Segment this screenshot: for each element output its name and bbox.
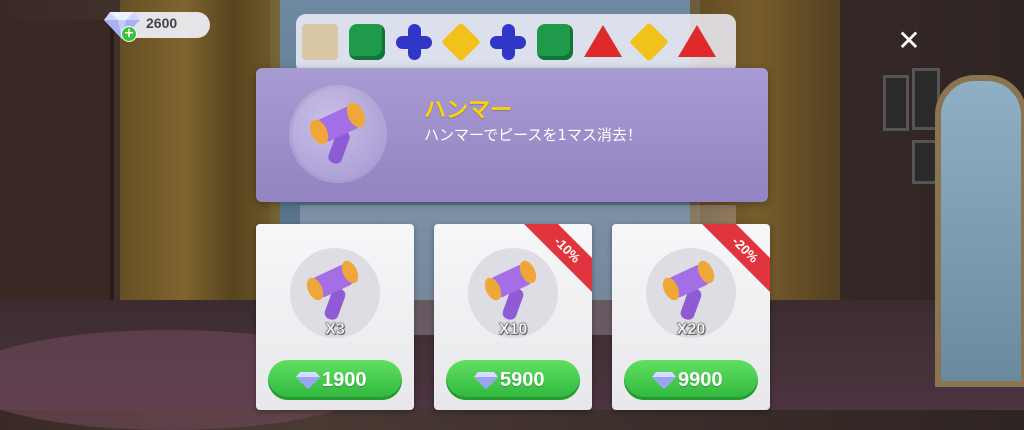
box-gem bbox=[302, 24, 338, 60]
currency-counter[interactable]: + 2600 bbox=[104, 8, 210, 42]
hammer-icon bbox=[309, 102, 366, 164]
offer-price: 9900 bbox=[678, 369, 723, 391]
red-gem bbox=[678, 25, 716, 57]
currency-amount: 2600 bbox=[146, 15, 178, 31]
blue-gem bbox=[490, 24, 526, 60]
offer-card: -10% X10 5900 bbox=[434, 224, 592, 410]
buy-button[interactable]: 5900 bbox=[446, 360, 580, 400]
diamond-gem-icon bbox=[652, 372, 676, 389]
standing-mirror bbox=[935, 75, 1024, 387]
item-title: ハンマー bbox=[424, 98, 513, 123]
bookshelf bbox=[0, 20, 114, 320]
offer-price: 1900 bbox=[322, 369, 367, 391]
close-icon[interactable]: ✕ bbox=[894, 26, 924, 56]
offer-quantity: X3 bbox=[325, 321, 345, 339]
buy-button[interactable]: 1900 bbox=[268, 360, 402, 400]
item-icon-circle bbox=[292, 88, 384, 180]
item-info-panel: ハンマー ハンマーでピースを1マス消去！ bbox=[256, 68, 768, 202]
offer-price: 5900 bbox=[500, 369, 545, 391]
offer-quantity: X10 bbox=[498, 321, 528, 339]
offer-card: -20% X20 9900 bbox=[612, 224, 770, 410]
add-currency-button[interactable]: + bbox=[121, 26, 137, 42]
green-gem bbox=[537, 24, 573, 60]
item-description: ハンマーでピースを1マス消去！ bbox=[424, 126, 642, 144]
green-gem bbox=[349, 24, 385, 60]
red-gem bbox=[584, 25, 622, 57]
diamond-gem-icon bbox=[474, 372, 498, 389]
wall-frame bbox=[883, 75, 909, 131]
buy-button[interactable]: 9900 bbox=[624, 360, 758, 400]
blue-gem bbox=[396, 24, 432, 60]
offer-quantity: X20 bbox=[676, 321, 706, 339]
offer-card: X3 1900 bbox=[256, 224, 414, 410]
diamond-gem-icon bbox=[296, 372, 320, 389]
